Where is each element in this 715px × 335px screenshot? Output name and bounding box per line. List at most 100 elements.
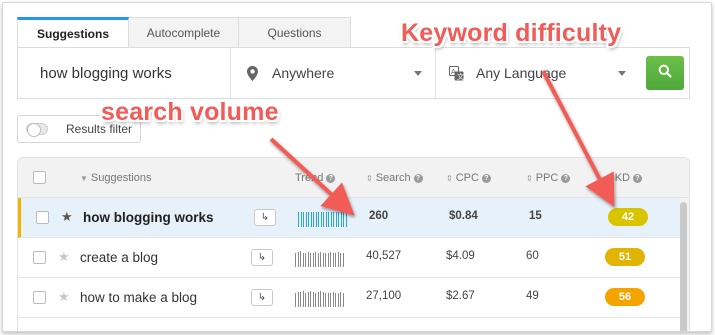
column-kd[interactable]: ⇕ KD?: [605, 172, 642, 184]
cpc-value: $0.84: [449, 210, 478, 222]
column-suggestions[interactable]: ▼ Suggestions: [80, 172, 151, 184]
language-value: Any Language: [476, 65, 567, 81]
trend-bar: [332, 292, 333, 307]
tab-bar: Suggestions Autocomplete Questions: [17, 17, 351, 48]
trend-bar: [325, 253, 326, 267]
svg-text:A: A: [451, 69, 456, 76]
row-checkbox[interactable]: [33, 251, 46, 264]
keyword-text[interactable]: how to make a blog: [80, 290, 197, 305]
trend-bar: [345, 212, 346, 227]
row-checkbox[interactable]: [33, 291, 46, 304]
row-checkbox[interactable]: [36, 211, 49, 224]
table-row[interactable]: ★ create a blog ↳ 40,527 $4.09 60 51: [18, 238, 680, 278]
scrollbar-thumb[interactable]: [680, 202, 687, 331]
location-value: Anywhere: [272, 65, 335, 81]
search-icon: [658, 64, 672, 83]
trend-bar: [313, 212, 314, 227]
trend-bar: [305, 253, 306, 267]
trend-sparkline: [295, 289, 343, 307]
table-row[interactable]: ★ how blogging works ↳ 260 $0.84 15 42: [18, 198, 680, 238]
search-volume-value: 260: [369, 210, 389, 222]
trend-bar: [318, 212, 319, 227]
trend-bar: [310, 291, 311, 307]
trend-bar: [322, 253, 323, 267]
trend-bar: [335, 293, 336, 307]
trend-bar: [340, 253, 341, 267]
keyword-input[interactable]: [18, 48, 230, 98]
tab-autocomplete[interactable]: Autocomplete: [129, 17, 239, 48]
trend-bar: [310, 253, 311, 267]
help-icon: ?: [413, 173, 423, 183]
column-label: CPC: [455, 172, 479, 184]
sort-icon: ⇕: [366, 173, 373, 183]
trend-bar: [335, 253, 336, 267]
search-volume-value: 27,100: [366, 290, 402, 302]
trend-bar: [340, 292, 341, 307]
table-row[interactable]: ★ how to make a blog ↳ 27,100 $2.67 49 56: [18, 278, 680, 318]
trend-bar: [320, 252, 321, 267]
app-window: Suggestions Autocomplete Questions Anywh…: [2, 2, 712, 332]
sort-icon: ⇕: [526, 173, 533, 183]
drill-down-button[interactable]: ↳: [254, 209, 276, 226]
column-label: Trend: [295, 172, 324, 184]
trend-bar: [320, 291, 321, 307]
keyword-text[interactable]: how blogging works: [83, 210, 214, 225]
ppc-value: 60: [526, 250, 539, 262]
trend-bar: [323, 212, 324, 227]
trend-bar: [312, 253, 313, 267]
star-icon[interactable]: ★: [58, 289, 70, 305]
keyword-text[interactable]: create a blog: [80, 250, 158, 265]
divider: [230, 48, 231, 98]
star-icon[interactable]: ★: [61, 209, 73, 225]
table-header: ▼ Suggestions Trend? ⇕ Search? ⇕ CPC? ⇕ …: [18, 158, 689, 198]
kd-badge: 56: [605, 288, 645, 306]
location-select[interactable]: Anywhere: [244, 48, 424, 98]
trend-bar: [312, 292, 313, 307]
annotation-search-volume: search volume: [101, 98, 279, 126]
search-bar: Anywhere A文 Any Language: [17, 47, 690, 99]
toggle-switch[interactable]: [26, 123, 48, 137]
trend-bar: [315, 212, 316, 227]
trend-bar: [337, 293, 338, 307]
tab-suggestions[interactable]: Suggestions: [17, 17, 129, 48]
tab-questions[interactable]: Questions: [239, 17, 351, 48]
trend-bar: [330, 212, 331, 227]
kd-badge: 51: [605, 248, 645, 266]
trend-bar: [310, 212, 311, 227]
trend-bar: [298, 212, 299, 227]
sort-icon: ⇕: [446, 173, 453, 183]
help-icon: ?: [561, 173, 571, 183]
chevron-down-icon: [618, 71, 626, 76]
trend-bar: [337, 252, 338, 267]
results-table: ▼ Suggestions Trend? ⇕ Search? ⇕ CPC? ⇕ …: [17, 157, 690, 331]
column-cpc[interactable]: ⇕ CPC?: [446, 172, 491, 184]
trend-bar: [315, 252, 316, 267]
drill-down-button[interactable]: ↳: [251, 249, 273, 266]
column-label: Suggestions: [90, 172, 152, 184]
drill-down-button[interactable]: ↳: [251, 289, 273, 306]
search-button[interactable]: [646, 56, 684, 90]
trend-bar: [325, 212, 326, 227]
help-icon: ?: [481, 173, 491, 183]
arrow-return-icon: ↳: [260, 212, 270, 223]
trend-bar: [327, 253, 328, 267]
trend-bar: [303, 212, 304, 227]
trend-bar: [332, 253, 333, 267]
select-all-checkbox[interactable]: [33, 171, 46, 184]
trend-bar: [295, 253, 296, 267]
trend-bar: [338, 212, 339, 227]
star-icon[interactable]: ★: [58, 249, 70, 265]
trend-bar: [343, 212, 344, 227]
cpc-value: $4.09: [446, 250, 475, 262]
ppc-value: 49: [526, 290, 539, 302]
column-ppc[interactable]: ⇕ PPC?: [526, 172, 571, 184]
trend-bar: [315, 293, 316, 307]
language-select[interactable]: A文 Any Language: [448, 48, 628, 98]
column-search[interactable]: ⇕ Search?: [366, 172, 423, 184]
column-trend[interactable]: Trend?: [295, 172, 336, 184]
trend-bar: [340, 212, 341, 227]
search-volume-value: 40,527: [366, 250, 402, 262]
cpc-value: $2.67: [446, 290, 475, 302]
trend-bar: [325, 293, 326, 307]
column-label: PPC: [535, 172, 559, 184]
